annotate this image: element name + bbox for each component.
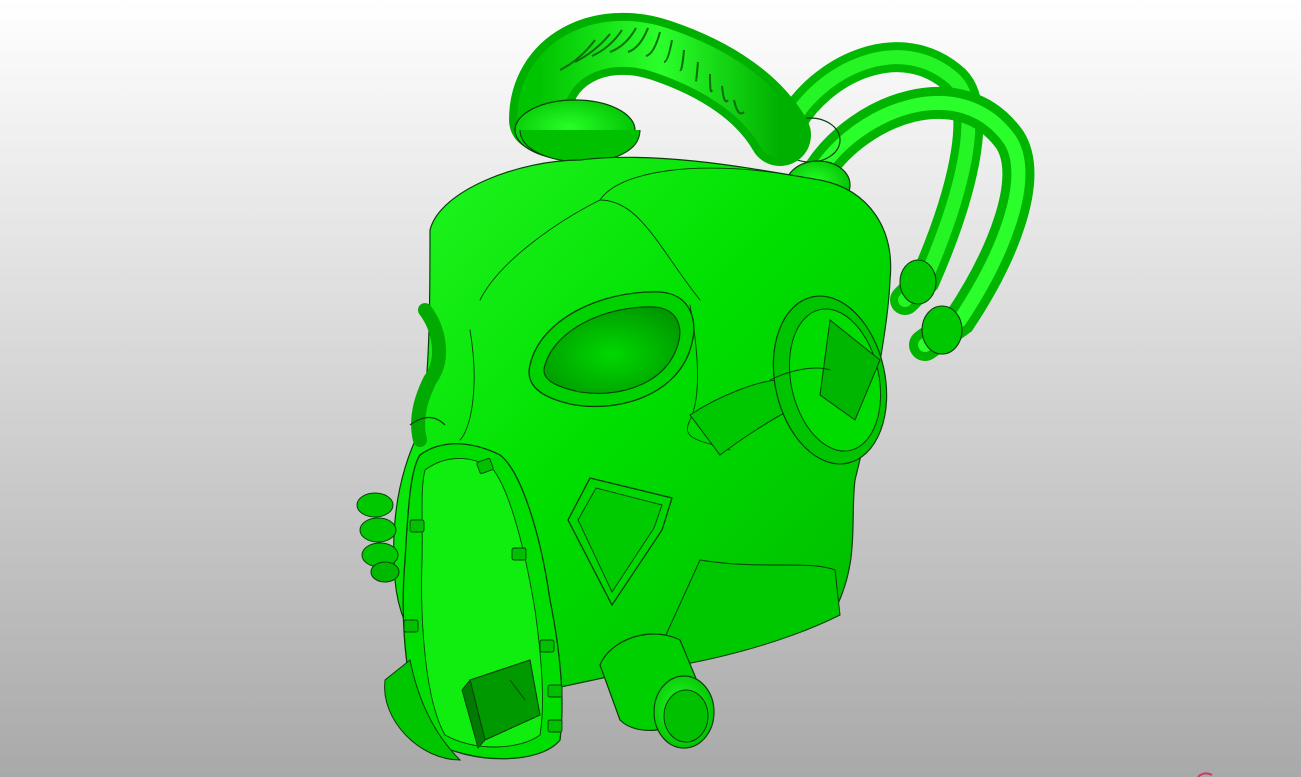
3d-viewport[interactable] <box>0 0 1301 777</box>
gas-mask-model[interactable] <box>0 0 1301 777</box>
corrugated-hose <box>509 12 811 166</box>
view-corner-marker <box>1197 772 1213 777</box>
